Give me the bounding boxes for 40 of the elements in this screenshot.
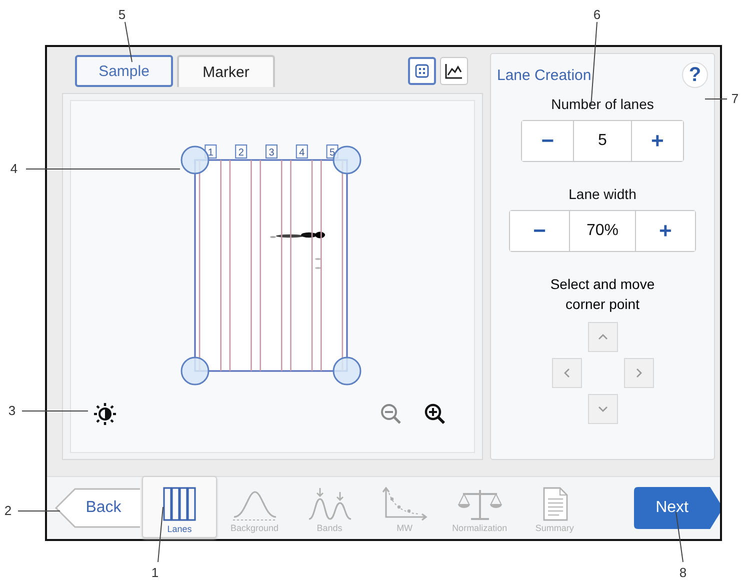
zoom-out-icon[interactable] (380, 403, 402, 425)
callout-number: 3 (8, 403, 16, 418)
step-tab[interactable]: Lanes (142, 476, 218, 538)
zoom-in-icon[interactable] (424, 403, 446, 425)
lane-number[interactable]: 4 (295, 144, 308, 158)
double-peak-icon (306, 487, 353, 521)
callout-number: 8 (679, 565, 687, 580)
scatter-plot-icon (382, 487, 428, 521)
lane-number[interactable]: 5 (326, 144, 338, 158)
leader-line (18, 510, 60, 512)
leader-line (676, 512, 684, 562)
leader-line (158, 506, 164, 562)
scale-icon (456, 487, 503, 521)
callout-number: 7 (731, 91, 739, 106)
help-button[interactable]: ? (682, 62, 708, 88)
callout-number: 5 (118, 7, 126, 22)
lane-number[interactable]: 3 (265, 144, 277, 158)
leader-line (704, 98, 728, 100)
callout-number: 4 (10, 161, 18, 176)
corner-handle[interactable] (332, 145, 361, 174)
callout-number: 2 (4, 503, 12, 518)
tab[interactable]: Sample (75, 55, 173, 87)
instruction-text: Select and move corner point (549, 275, 656, 314)
gel-bands-drawing (270, 231, 324, 268)
peak-curve-icon (230, 489, 279, 521)
callout-number: 6 (593, 7, 601, 22)
field-label: Number of lanes (551, 96, 654, 112)
field-label: Lane width (568, 186, 636, 202)
next-button[interactable]: Next (634, 487, 720, 529)
tab[interactable]: Marker (177, 55, 275, 87)
corner-handle[interactable] (180, 145, 209, 174)
corner-handle[interactable] (180, 356, 209, 385)
corner-handle[interactable] (332, 356, 361, 385)
leader-line (124, 22, 132, 62)
callout-number: 1 (151, 565, 159, 580)
back-button[interactable]: Back (55, 488, 140, 528)
brightness-icon[interactable] (93, 402, 117, 426)
panel-title: Lane Creation (497, 66, 592, 84)
leader-line (22, 410, 88, 412)
lane-number[interactable]: 2 (234, 144, 247, 158)
